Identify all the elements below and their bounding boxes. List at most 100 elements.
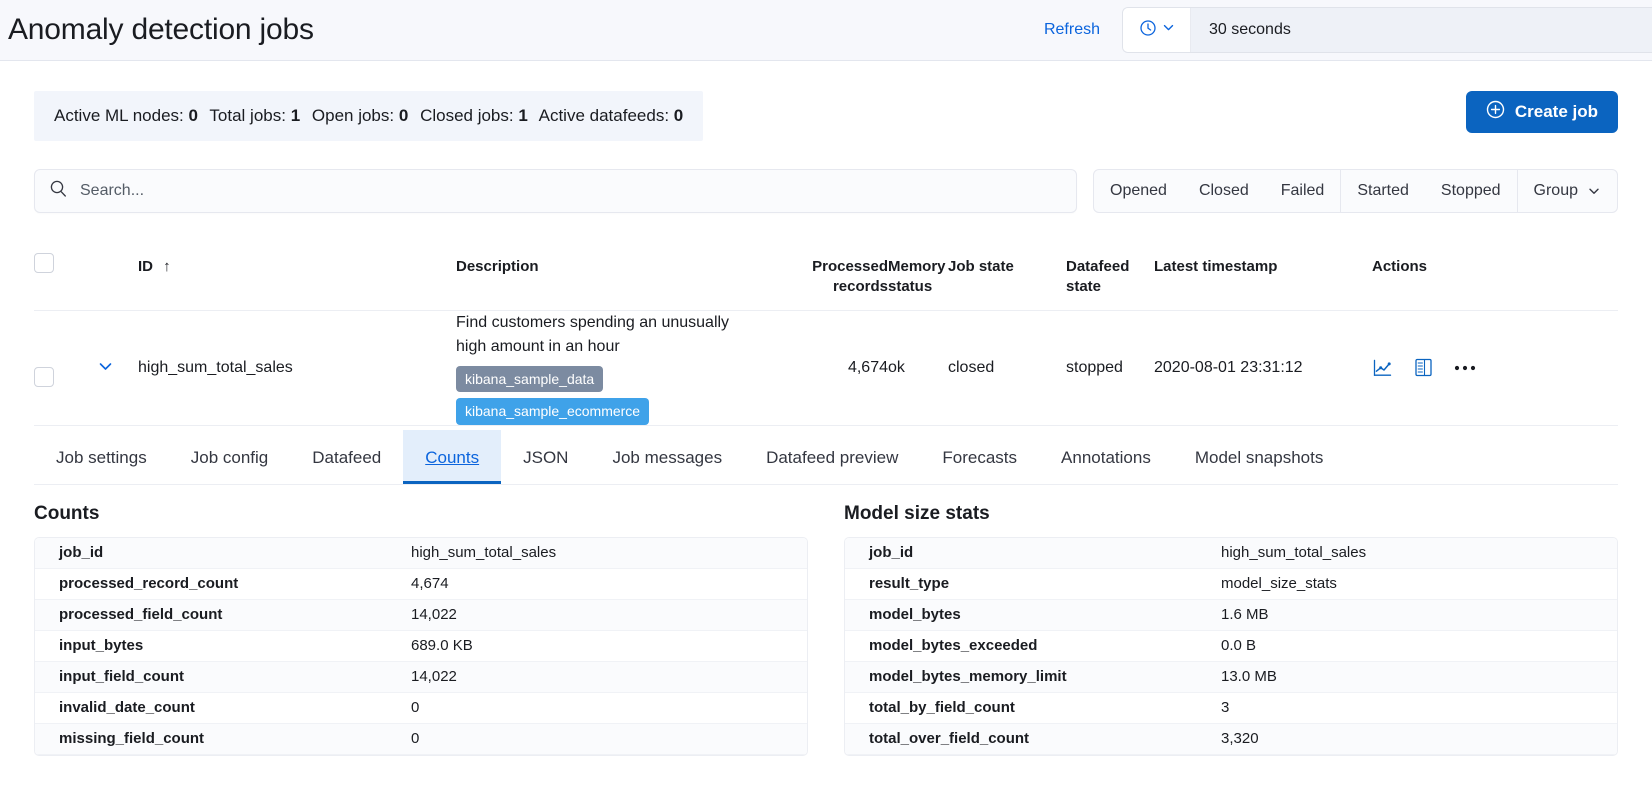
row-job-id: high_sum_total_sales [138, 356, 456, 379]
column-header-description[interactable]: Description [456, 235, 756, 277]
column-header-job-state[interactable]: Job state [948, 235, 1066, 277]
tab-forecasts-label: Forecasts [942, 448, 1017, 467]
filter-closed-button[interactable]: Closed [1183, 170, 1265, 212]
tab-model-snapshots[interactable]: Model snapshots [1173, 430, 1346, 484]
column-header-processed-records[interactable]: Processed records [756, 235, 888, 298]
header-actions: Refresh 30 seconds [1044, 0, 1652, 60]
ml-stats-bar: Active ML nodes: 0 Total jobs: 1 Open jo… [34, 91, 703, 141]
tab-model-snapshots-label: Model snapshots [1195, 448, 1324, 467]
chart-icon[interactable] [1372, 357, 1393, 378]
tab-annotations-label: Annotations [1061, 448, 1151, 467]
list-item: processed_record_count 4,674 [35, 569, 807, 600]
badge-kibana-sample-ecommerce[interactable]: kibana_sample_ecommerce [456, 398, 649, 424]
column-header-id-label: ID [138, 258, 153, 275]
model-stats-value: high_sum_total_sales [1221, 544, 1366, 561]
tab-annotations[interactable]: Annotations [1039, 430, 1173, 484]
refresh-button[interactable]: Refresh [1044, 21, 1100, 39]
refresh-interval-value[interactable]: 30 seconds [1191, 8, 1652, 52]
list-item: result_type model_size_stats [845, 569, 1617, 600]
tab-datafeed-label: Datafeed [312, 448, 381, 467]
list-item: missing_field_count 0 [35, 724, 807, 755]
stat-closed-jobs-label: Closed jobs: [420, 106, 514, 125]
model-stats-value: 3 [1221, 699, 1229, 716]
model-stats-value: 3,320 [1221, 730, 1259, 747]
tab-job-messages[interactable]: Job messages [590, 430, 744, 484]
tab-counts[interactable]: Counts [403, 430, 501, 484]
model-stats-value: model_size_stats [1221, 575, 1337, 592]
filter-group-label: Group [1534, 182, 1578, 200]
badge-kibana-sample-data[interactable]: kibana_sample_data [456, 366, 603, 392]
arrow-up-icon: ↑ [163, 258, 171, 275]
row-badges: kibana_sample_data kibana_sample_ecommer… [456, 360, 756, 425]
page-title: Anomaly detection jobs [8, 15, 314, 45]
search-box[interactable] [34, 169, 1077, 213]
tab-datafeed-preview-label: Datafeed preview [766, 448, 898, 467]
expand-row-button[interactable] [90, 353, 120, 383]
more-actions-icon[interactable] [1454, 364, 1476, 372]
row-description: Find customers spending an unusually hig… [456, 311, 756, 361]
tab-job-config[interactable]: Job config [169, 430, 291, 484]
stat-open-jobs-value: 0 [399, 106, 408, 125]
stat-total-jobs-label: Total jobs: [209, 106, 286, 125]
chevron-down-icon [1587, 184, 1601, 198]
job-filter-group: Opened Closed Failed Started Stopped Gro… [1093, 169, 1618, 213]
tab-forecasts[interactable]: Forecasts [920, 430, 1039, 484]
tab-datafeed[interactable]: Datafeed [290, 430, 403, 484]
list-item: model_bytes_exceeded 0.0 B [845, 631, 1617, 662]
model-stats-key: result_type [869, 575, 1221, 592]
search-and-filters: Opened Closed Failed Started Stopped Gro… [34, 169, 1618, 213]
row-job-state: closed [948, 356, 1066, 379]
model-size-stats-title: Model size stats [844, 503, 1618, 525]
refresh-interval-dropdown-button[interactable] [1123, 8, 1191, 52]
model-stats-key: job_id [869, 544, 1221, 561]
column-header-latest-timestamp[interactable]: Latest timestamp [1154, 235, 1372, 277]
stat-active-datafeeds-label: Active datafeeds: [539, 106, 669, 125]
filter-failed-button[interactable]: Failed [1265, 170, 1341, 212]
filter-started-button[interactable]: Started [1340, 170, 1425, 212]
stat-total-jobs-value: 1 [291, 106, 300, 125]
stat-active-ml-nodes-value: 0 [189, 106, 198, 125]
counts-value: 0 [411, 699, 419, 716]
detail-tabs: Job settings Job config Datafeed Counts … [34, 430, 1618, 485]
chevron-down-icon [97, 358, 114, 378]
filter-group-dropdown[interactable]: Group [1517, 170, 1617, 212]
model-stats-value: 1.6 MB [1221, 606, 1269, 623]
filter-stopped-button[interactable]: Stopped [1425, 170, 1517, 212]
document-icon[interactable] [1413, 357, 1434, 378]
tab-job-settings[interactable]: Job settings [34, 430, 169, 484]
counts-value: 0 [411, 730, 419, 747]
tab-json-label: JSON [523, 448, 568, 467]
model-size-stats-pane: Model size stats job_id high_sum_total_s… [844, 503, 1618, 756]
search-input[interactable] [80, 182, 1062, 200]
column-header-datafeed-state[interactable]: Datafeed state [1066, 235, 1154, 298]
search-icon [49, 179, 68, 203]
select-all-checkbox[interactable] [34, 253, 54, 273]
row-actions [1372, 357, 1492, 378]
jobs-table: ID ↑ Description Processed records Memor… [34, 235, 1618, 426]
row-memory-status: ok [888, 356, 948, 379]
counts-value: 14,022 [411, 606, 457, 623]
counts-value: 4,674 [411, 575, 449, 592]
select-all-checkbox-cell [34, 235, 90, 273]
model-stats-key: total_over_field_count [869, 730, 1221, 747]
counts-key: input_field_count [59, 668, 411, 685]
filter-opened-button[interactable]: Opened [1094, 170, 1183, 212]
list-item: total_by_field_count 3 [845, 693, 1617, 724]
model-stats-key: total_by_field_count [869, 699, 1221, 716]
counts-value: 14,022 [411, 668, 457, 685]
stat-active-datafeeds-value: 0 [674, 106, 683, 125]
table-row[interactable]: high_sum_total_sales Find customers spen… [34, 311, 1618, 426]
column-header-memory-status[interactable]: Memory status [888, 235, 948, 298]
column-header-id[interactable]: ID ↑ [138, 235, 456, 277]
tab-json[interactable]: JSON [501, 430, 590, 484]
list-item: input_field_count 14,022 [35, 662, 807, 693]
tab-job-config-label: Job config [191, 448, 269, 467]
create-job-button[interactable]: Create job [1466, 91, 1618, 133]
counts-value: 689.0 KB [411, 637, 473, 654]
row-select-checkbox[interactable] [34, 367, 54, 387]
tab-datafeed-preview[interactable]: Datafeed preview [744, 430, 920, 484]
row-latest-timestamp: 2020-08-01 23:31:12 [1154, 356, 1372, 379]
detail-panes: Counts job_id high_sum_total_sales proce… [34, 503, 1618, 756]
counts-value: high_sum_total_sales [411, 544, 556, 561]
list-item: job_id high_sum_total_sales [845, 538, 1617, 569]
